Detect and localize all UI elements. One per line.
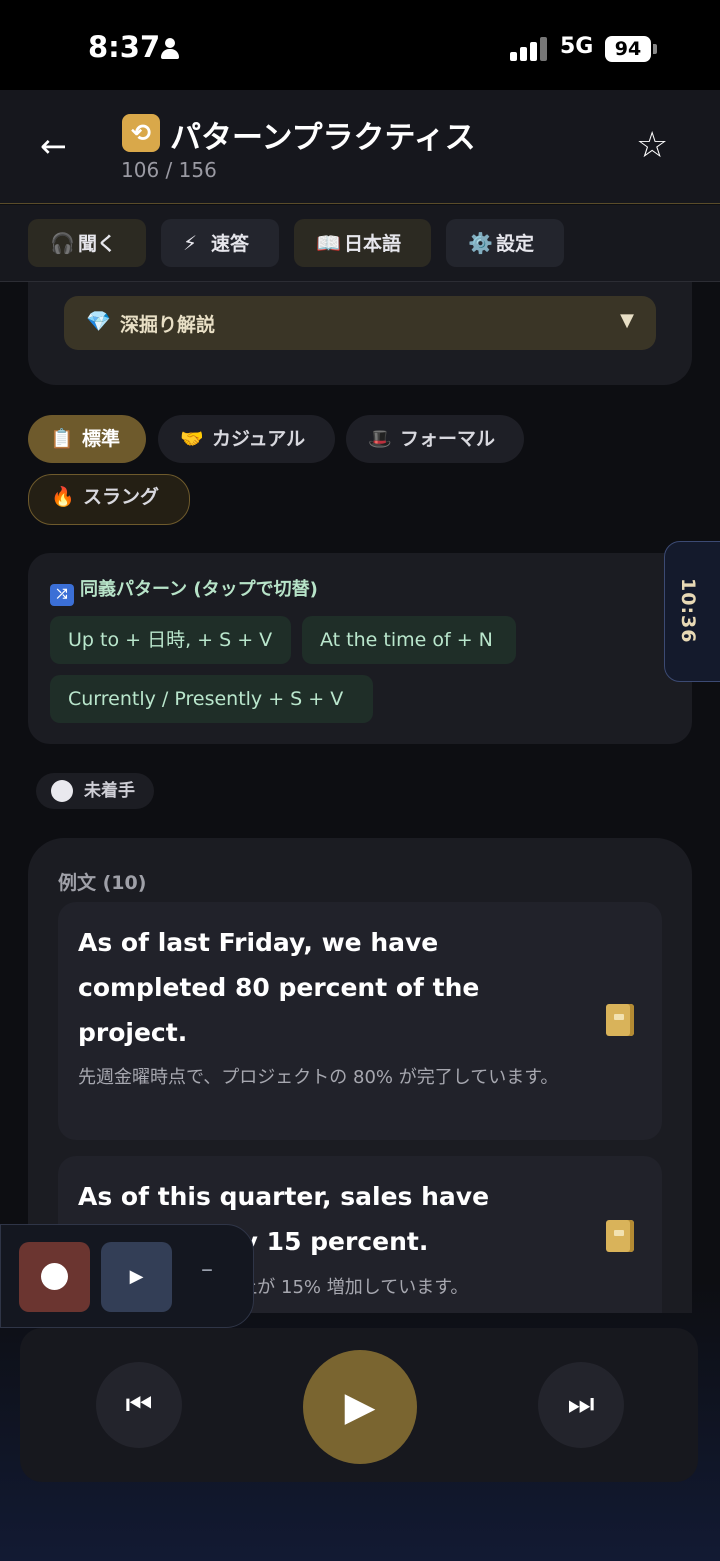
settings-button[interactable]: ⚙️ 設定 bbox=[446, 219, 564, 267]
lightning-icon: ⚡ bbox=[183, 231, 198, 255]
favorite-star-icon[interactable]: ☆ bbox=[636, 126, 668, 166]
battery-tip bbox=[653, 44, 657, 54]
page-title: パターンプラクティス bbox=[170, 120, 476, 156]
quick-answer-button[interactable]: ⚡ 速答 bbox=[161, 219, 279, 267]
tone-label: スラング bbox=[83, 486, 160, 508]
synonym-chip[interactable]: Up to + 日時, + S + V bbox=[50, 616, 291, 664]
previous-button[interactable]: ⏮ bbox=[96, 1362, 182, 1448]
example-item[interactable]: As of last Friday, we have completed 80 … bbox=[58, 902, 662, 1140]
book-icon: 📖 bbox=[316, 231, 341, 255]
signal-icon bbox=[510, 37, 550, 61]
battery-icon: 94 bbox=[605, 36, 651, 62]
status-circle-icon bbox=[51, 780, 73, 802]
tone-standard[interactable]: 📋 標準 bbox=[28, 415, 146, 463]
record-button[interactable] bbox=[19, 1242, 90, 1312]
headphones-icon: 🎧 bbox=[50, 231, 75, 255]
tone-label: カジュアル bbox=[212, 428, 306, 450]
learning-status-label: 未着手 bbox=[84, 781, 135, 801]
caret-down-icon: ▼ bbox=[620, 310, 634, 331]
tone-label: フォーマル bbox=[400, 428, 496, 450]
settings-label: 設定 bbox=[496, 233, 535, 255]
repeat-icon: ⟲ bbox=[122, 114, 160, 152]
tone-casual[interactable]: 🤝 カジュアル bbox=[158, 415, 335, 463]
handshake-icon: 🤝 bbox=[180, 428, 204, 450]
play-button[interactable]: ▶ bbox=[303, 1350, 417, 1464]
learning-status-badge[interactable]: 未着手 bbox=[36, 773, 154, 809]
gem-icon: 💎 bbox=[86, 309, 111, 333]
tone-formal[interactable]: 🎩 フォーマル bbox=[346, 415, 524, 463]
tone-slang[interactable]: 🔥 スラング bbox=[28, 474, 190, 525]
progress-counter: 106 / 156 bbox=[121, 158, 217, 182]
status-time: 8:37 bbox=[88, 30, 161, 64]
recorder-panel: ▶ – bbox=[0, 1224, 254, 1328]
top-hat-icon: 🎩 bbox=[368, 428, 392, 450]
next-button[interactable]: ⏭ bbox=[538, 1362, 624, 1448]
notebook-icon[interactable] bbox=[606, 1220, 634, 1252]
deep-dive-toggle[interactable]: 💎 深掘り解説 ▼ bbox=[64, 296, 656, 350]
synonym-title: ⤮ 同義パターン (タップで切替) bbox=[50, 575, 318, 606]
back-arrow-icon[interactable]: ← bbox=[40, 130, 80, 162]
synonym-title-text: 同義パターン (タップで切替) bbox=[80, 579, 318, 600]
listen-label: 聞く bbox=[78, 233, 117, 255]
synonym-chip[interactable]: Currently / Presently + S + V bbox=[50, 675, 373, 723]
shuffle-icon: ⤮ bbox=[50, 584, 74, 606]
synonym-patterns-card: ⤮ 同義パターン (タップで切替) Up to + 日時, + S + V At … bbox=[28, 553, 692, 744]
tone-label: 標準 bbox=[82, 428, 121, 450]
audio-player: ⏮ ▶ ⏭ bbox=[20, 1328, 698, 1482]
timer-text: 10:36 bbox=[677, 578, 699, 644]
quick-answer-label: 速答 bbox=[211, 233, 250, 255]
synonym-chip[interactable]: At the time of + N bbox=[302, 616, 516, 664]
person-icon bbox=[160, 38, 180, 60]
header: ← ⟲ パターンプラクティス 106 / 156 ☆ bbox=[0, 90, 720, 204]
japanese-label: 日本語 bbox=[344, 233, 402, 255]
example-japanese: 先週金曜時点で、プロジェクトの 80% が完了しています。 bbox=[78, 1067, 559, 1088]
toolbar: 🎧 聞く ⚡ 速答 📖 日本語 ⚙️ 設定 bbox=[0, 205, 720, 282]
app-screen: 8:37 5G 94 ← ⟲ パターンプラクティス 106 / 156 ☆ 🎧 聞… bbox=[0, 0, 720, 1561]
fire-icon: 🔥 bbox=[51, 486, 75, 508]
playback-button[interactable]: ▶ bbox=[101, 1242, 172, 1312]
network-type: 5G bbox=[560, 34, 594, 59]
gear-icon: ⚙️ bbox=[468, 231, 493, 255]
side-timer-tab[interactable]: 10:36 bbox=[664, 541, 720, 682]
clipboard-icon: 📋 bbox=[50, 428, 74, 450]
listen-button[interactable]: 🎧 聞く bbox=[28, 219, 146, 267]
notebook-icon[interactable] bbox=[606, 1004, 634, 1036]
examples-header: 例文 (10) bbox=[58, 872, 147, 894]
japanese-button[interactable]: 📖 日本語 bbox=[294, 219, 431, 267]
explanation-card: 💎 深掘り解説 ▼ bbox=[28, 282, 692, 385]
example-english: As of last Friday, we have completed 80 … bbox=[78, 928, 480, 1047]
deep-dive-label: 深掘り解説 bbox=[120, 314, 216, 336]
minimize-button[interactable]: – bbox=[201, 1255, 213, 1283]
status-bar: 8:37 5G 94 bbox=[0, 0, 720, 90]
